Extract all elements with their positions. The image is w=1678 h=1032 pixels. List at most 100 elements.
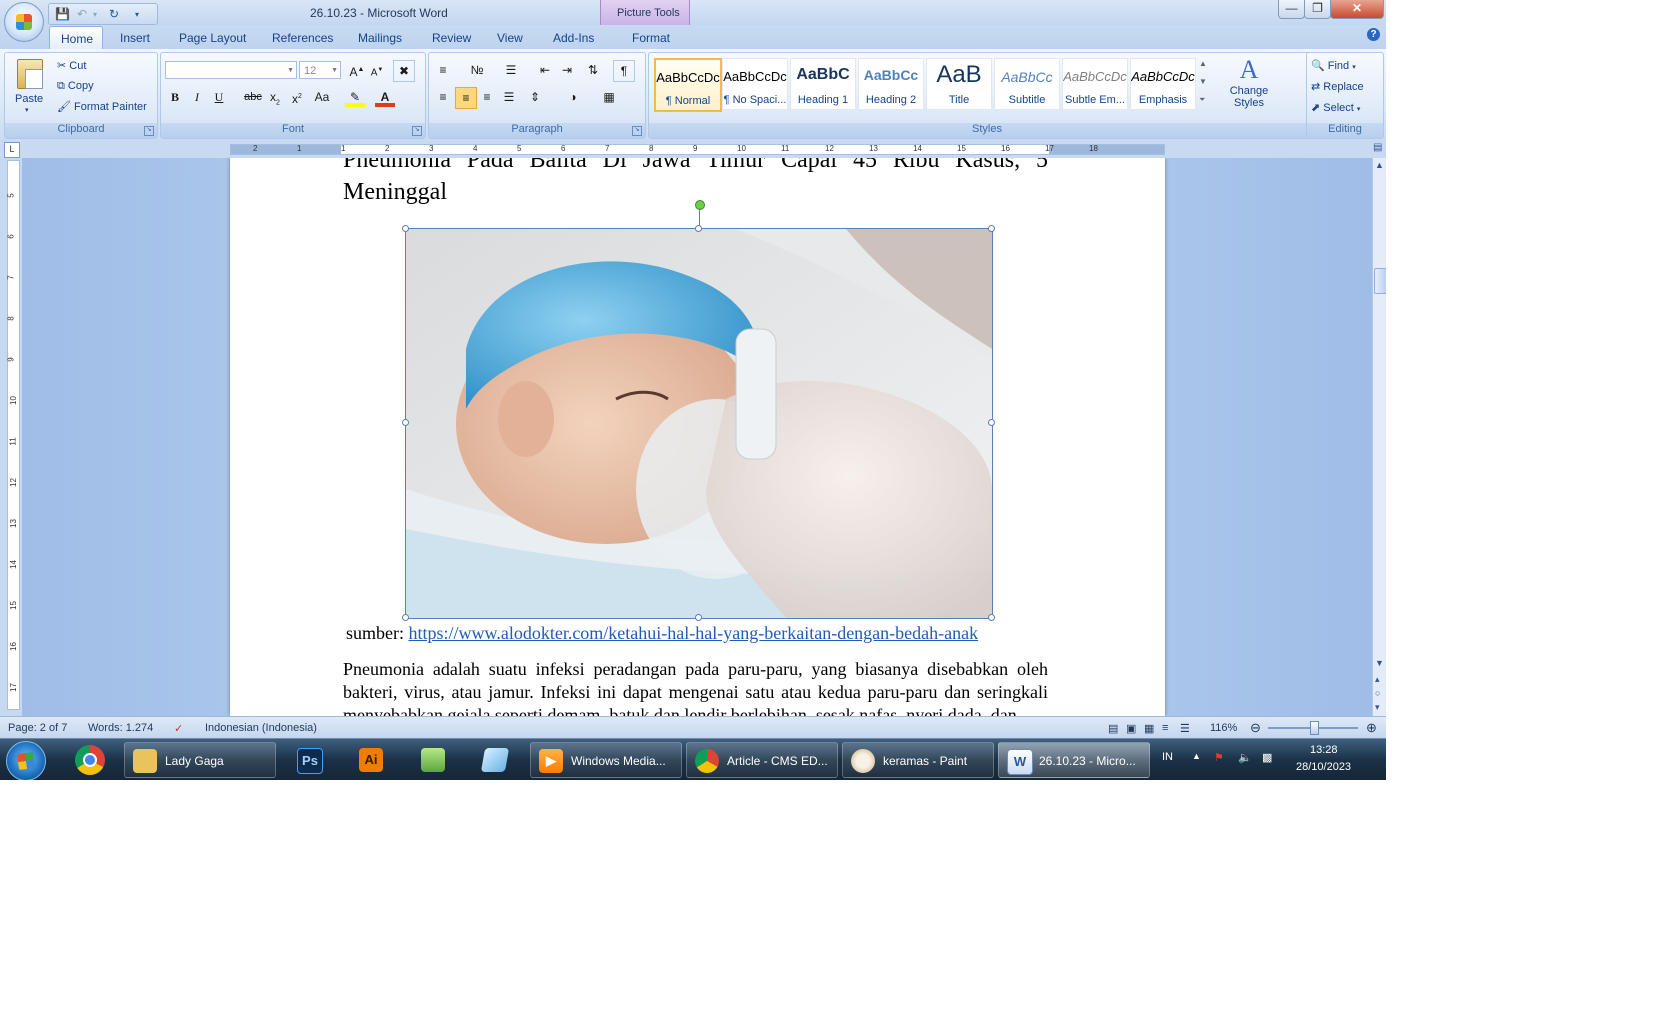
select-button[interactable]: ⬈ Select ▾ — [1311, 101, 1360, 114]
tab-references[interactable]: References — [272, 31, 333, 45]
show-hidden-icons-icon[interactable]: ▲ — [1192, 751, 1201, 761]
vertical-scrollbar[interactable]: ▲ ▼ ▴ ○ ▾ — [1372, 158, 1386, 716]
previous-page-icon[interactable]: ▴ — [1375, 674, 1380, 685]
save-icon[interactable]: 💾 — [55, 7, 70, 21]
green-app-pinned[interactable] — [406, 742, 460, 778]
scroll-down-icon[interactable]: ▼ — [1375, 658, 1384, 668]
styles-scroll-down-icon[interactable]: ▼ — [1199, 77, 1207, 86]
multilevel-list-icon[interactable]: ☰ — [501, 60, 521, 80]
draft-icon[interactable]: ☰ — [1180, 722, 1190, 735]
source-link[interactable]: https://www.alodokter.com/ketahui-hal-ha… — [409, 623, 979, 643]
select-browse-object-icon[interactable]: ○ — [1375, 688, 1380, 698]
style-no-spacing[interactable]: AaBbCcDc ¶ No Spaci... — [722, 58, 788, 110]
style-normal[interactable]: AaBbCcDc ¶ Normal — [654, 58, 722, 112]
style-emphasis[interactable]: AaBbCcDc Emphasis — [1130, 58, 1196, 110]
office-button[interactable] — [4, 2, 44, 42]
tab-insert[interactable]: Insert — [120, 31, 150, 45]
maximize-button[interactable]: ❐ — [1304, 0, 1331, 19]
style-title[interactable]: AaB Title — [926, 58, 992, 110]
volume-icon[interactable]: 🔈 — [1238, 751, 1252, 764]
bullets-icon[interactable]: ≡ — [433, 60, 453, 80]
subscript-icon[interactable]: x2 — [265, 87, 285, 107]
tab-add-ins[interactable]: Add-Ins — [553, 31, 594, 45]
language-indicator[interactable]: Indonesian (Indonesia) — [205, 722, 317, 734]
rotate-handle[interactable] — [695, 200, 705, 210]
start-button[interactable] — [6, 741, 46, 780]
word-count[interactable]: Words: 1.274 — [88, 722, 153, 734]
tab-view[interactable]: View — [497, 31, 523, 45]
format-painter-button[interactable]: 🖌 Format Painter — [57, 100, 147, 113]
strikethrough-icon[interactable]: abc — [243, 87, 263, 107]
customize-qat-icon[interactable]: ▾ — [135, 10, 139, 19]
scroll-up-icon[interactable]: ▲ — [1375, 160, 1384, 170]
outline-icon[interactable]: ≡ — [1162, 722, 1168, 734]
style-subtitle[interactable]: AaBbCc Subtitle — [994, 58, 1060, 110]
taskbar-item-article-cms[interactable]: Article - CMS ED... — [686, 742, 838, 778]
clipboard-launcher-icon[interactable]: ↘ — [144, 126, 154, 136]
selected-picture[interactable] — [405, 228, 993, 619]
glass-app-pinned[interactable] — [468, 742, 522, 778]
find-button[interactable]: 🔍 Find ▾ — [1311, 59, 1356, 72]
align-center-icon[interactable]: ≡ — [455, 87, 477, 109]
highlight-icon[interactable]: ✎ — [345, 87, 365, 107]
clear-formatting-icon[interactable]: ✖ — [393, 60, 415, 82]
help-icon[interactable]: ? — [1367, 28, 1380, 41]
numbering-icon[interactable]: № — [467, 60, 487, 80]
scroll-thumb[interactable] — [1374, 268, 1386, 294]
clock-date[interactable]: 28/10/2023 — [1296, 761, 1351, 773]
align-right-icon[interactable]: ≡ — [477, 87, 497, 107]
tab-home[interactable]: Home — [49, 26, 103, 49]
resize-handle-bottom-left[interactable] — [402, 614, 409, 621]
language-bar[interactable]: IN — [1162, 751, 1173, 763]
zoom-level[interactable]: 116% — [1210, 722, 1237, 734]
clock-time[interactable]: 13:28 — [1310, 744, 1338, 756]
resize-handle-top-right[interactable] — [988, 225, 995, 232]
proofing-icon[interactable]: ✓ — [174, 722, 183, 735]
taskbar-item-paint[interactable]: keramas - Paint — [842, 742, 994, 778]
body-paragraph[interactable]: Pneumonia adalah suatu infeksi peradanga… — [343, 658, 1048, 716]
taskbar-item-word[interactable]: W 26.10.23 - Micro... — [998, 742, 1150, 778]
style-heading-2[interactable]: AaBbCc Heading 2 — [858, 58, 924, 110]
page-indicator[interactable]: Page: 2 of 7 — [8, 722, 67, 734]
font-name-combo[interactable]: ▼ — [165, 61, 297, 79]
resize-handle-bottom-right[interactable] — [988, 614, 995, 621]
increase-indent-icon[interactable]: ⇥ — [557, 60, 577, 80]
tab-selector-icon[interactable]: L — [4, 142, 20, 158]
next-page-icon[interactable]: ▾ — [1375, 702, 1380, 713]
illustrator-pinned[interactable]: Ai — [344, 742, 398, 778]
chrome-pinned[interactable] — [66, 742, 120, 778]
underline-icon[interactable]: U — [209, 87, 229, 107]
cut-button[interactable]: ✂ Cut — [57, 59, 86, 72]
decrease-indent-icon[interactable]: ⇤ — [535, 60, 555, 80]
tab-format[interactable]: Format — [632, 31, 670, 45]
font-launcher-icon[interactable]: ↘ — [412, 126, 422, 136]
zoom-slider-knob[interactable] — [1310, 721, 1319, 735]
resize-handle-left[interactable] — [402, 419, 409, 426]
superscript-icon[interactable]: x2 — [287, 87, 307, 107]
styles-more-icon[interactable]: ⏷ — [1199, 95, 1205, 105]
styles-scroll-up-icon[interactable]: ▲ — [1199, 59, 1207, 68]
paste-button[interactable]: Paste ▾ — [11, 57, 47, 119]
taskbar-item-lady-gaga[interactable]: Lady Gaga — [124, 742, 276, 778]
undo-icon[interactable]: ↶ — [77, 7, 87, 21]
tab-mailings[interactable]: Mailings — [358, 31, 402, 45]
view-ruler-icon[interactable]: ▤ — [1373, 142, 1385, 156]
shrink-font-icon[interactable]: A▼ — [367, 60, 387, 80]
align-left-icon[interactable]: ≡ — [433, 87, 453, 107]
action-center-icon[interactable]: ⚑ — [1214, 751, 1224, 764]
tab-page-layout[interactable]: Page Layout — [179, 31, 246, 45]
resize-handle-top[interactable] — [695, 225, 702, 232]
taskbar-item-windows-media[interactable]: ▶ Windows Media... — [530, 742, 682, 778]
change-styles-button[interactable]: A Change Styles — [1219, 55, 1279, 117]
font-color-icon[interactable]: A — [375, 87, 395, 107]
tab-review[interactable]: Review — [432, 31, 471, 45]
borders-icon[interactable]: ▦ — [599, 87, 619, 107]
show-hide-icon[interactable]: ¶ — [613, 60, 635, 82]
network-icon[interactable]: ▩ — [1262, 751, 1272, 764]
resize-handle-top-left[interactable] — [402, 225, 409, 232]
paragraph-launcher-icon[interactable]: ↘ — [632, 126, 642, 136]
bold-icon[interactable]: B — [165, 87, 185, 107]
style-heading-1[interactable]: AaBbC Heading 1 — [790, 58, 856, 110]
italic-icon[interactable]: I — [187, 87, 207, 107]
zoom-out-icon[interactable]: ⊖ — [1250, 720, 1261, 736]
